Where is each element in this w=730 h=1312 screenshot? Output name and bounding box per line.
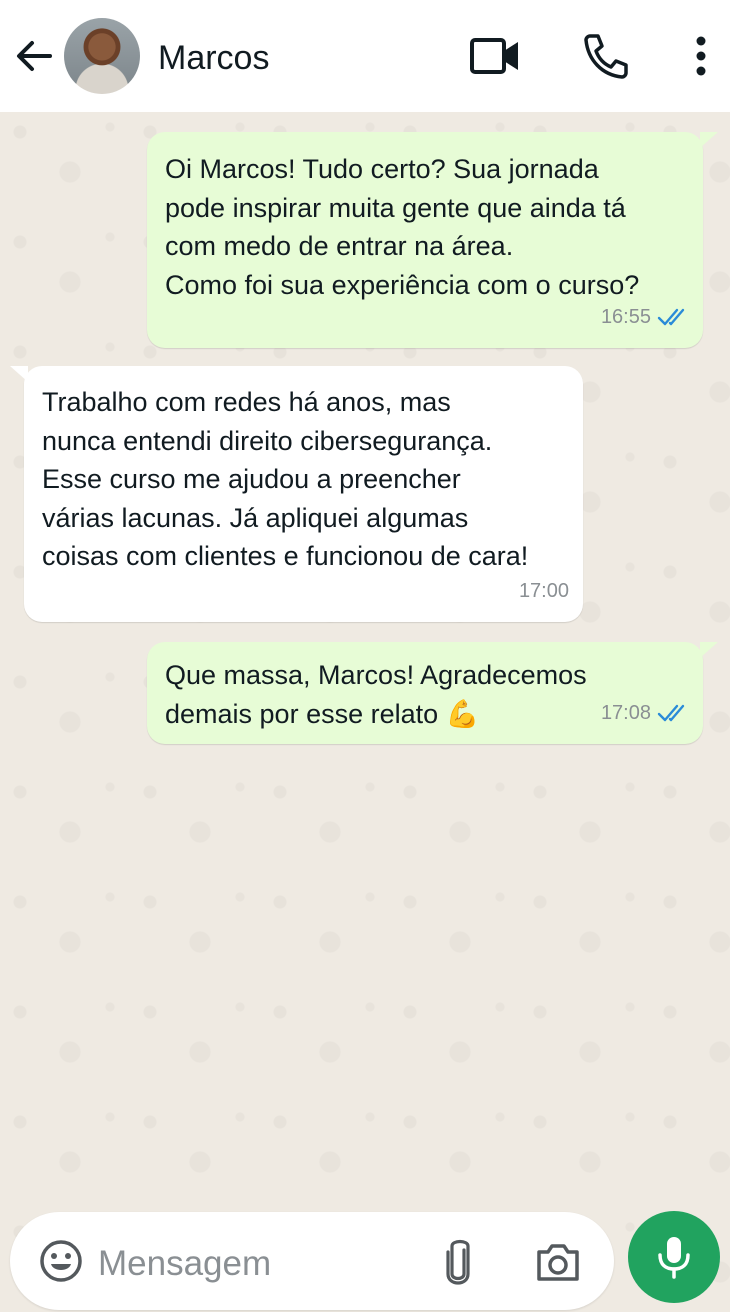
voice-message-button[interactable] (628, 1211, 720, 1303)
message-meta: 17:00 (519, 572, 569, 611)
back-button[interactable] (14, 36, 54, 76)
camera-icon (537, 1244, 579, 1281)
chat-area: Oi Marcos! Tudo certo? Sua jornada pode … (0, 112, 730, 1312)
paperclip-icon (446, 1239, 470, 1285)
microphone-icon (658, 1237, 690, 1279)
double-check-icon (657, 704, 685, 721)
chat-header: Marcos (0, 0, 730, 112)
double-check-icon (657, 308, 685, 325)
camera-button[interactable] (534, 1240, 582, 1284)
message-time: 17:00 (518, 579, 569, 602)
bubble-tail (700, 642, 718, 658)
message-time: 16:55 (600, 305, 651, 328)
avatar[interactable] (64, 18, 140, 94)
menu-button[interactable] (686, 32, 716, 82)
more-vertical-icon (696, 36, 706, 76)
message-bubble-outgoing[interactable]: Oi Marcos! Tudo certo? Sua jornada pode … (147, 132, 703, 348)
contact-name[interactable]: Marcos (158, 36, 269, 80)
video-call-button[interactable] (468, 32, 524, 80)
message-meta: 17:08 (601, 694, 689, 733)
voice-call-button[interactable] (580, 30, 632, 82)
message-bubble-outgoing[interactable]: Que massa, Marcos! Agradecemos demais po… (147, 642, 703, 744)
phone-icon (584, 34, 628, 79)
attach-button[interactable] (440, 1236, 476, 1288)
message-input[interactable] (96, 1238, 420, 1290)
message-text: Trabalho com redes há anos, mas nunca en… (42, 387, 529, 571)
bubble-tail (10, 366, 28, 382)
message-meta: 16:55 (601, 298, 689, 337)
message-bubble-incoming[interactable]: Trabalho com redes há anos, mas nunca en… (24, 366, 583, 622)
video-camera-icon (470, 38, 518, 74)
bubble-tail (700, 132, 718, 148)
emoji-icon (40, 1240, 82, 1282)
message-time: 17:08 (600, 701, 651, 724)
emoji-button[interactable] (38, 1238, 84, 1284)
arrow-left-icon (17, 41, 52, 71)
message-composer (10, 1212, 614, 1310)
message-text: Oi Marcos! Tudo certo? Sua jornada pode … (165, 154, 640, 300)
